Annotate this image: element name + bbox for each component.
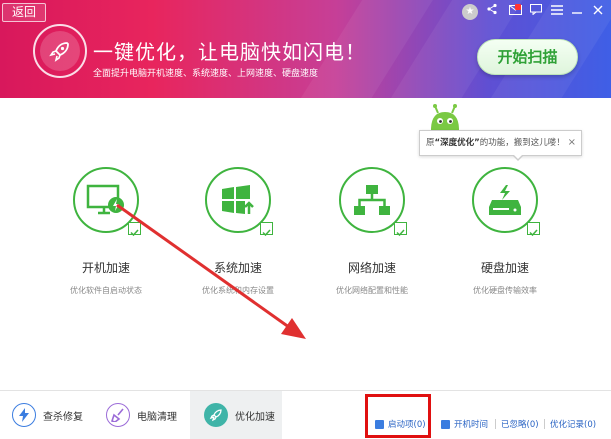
tile-title: 网络加速 [347, 261, 396, 275]
share-icon[interactable] [483, 2, 501, 20]
tooltip-text: 的功能，搬到这儿喽！ [479, 138, 565, 148]
tile-title: 开机加速 [81, 261, 130, 275]
link-optimize-history[interactable]: 优化记录(0) [550, 418, 596, 430]
tab-optimize[interactable]: 优化加速 [190, 391, 282, 439]
tile-description: 优化系统和内存设置 [202, 286, 274, 295]
tile-boot-speedup[interactable]: 开机加速 优化软件自启动状态 [46, 167, 166, 296]
tile-icon-circle [339, 167, 407, 237]
tooltip-highlight: “深度优化” [434, 138, 480, 148]
annotation-highlight-box [365, 394, 431, 438]
link-label: 已忽略(0) [501, 420, 539, 430]
bottom-bar: 查杀修复 电脑清理 优化加速 [0, 390, 611, 439]
tooltip-arrow [512, 154, 524, 161]
header-banner: 返回 一键优化，让电脑快如闪电！ 全面提升电脑开机速度、系统速度、上网速度、硬盘… [0, 0, 611, 98]
back-button[interactable]: 返回 [2, 3, 46, 22]
minimize-icon[interactable] [568, 2, 586, 20]
clock-icon [441, 419, 450, 429]
notification-dot [515, 4, 521, 10]
tab-label: 优化加速 [235, 411, 275, 423]
page-subtitle: 全面提升电脑开机速度、系统速度、上网速度、硬盘速度 [93, 69, 319, 79]
menu-icon[interactable] [548, 2, 566, 20]
tile-disk-speedup[interactable]: 硬盘加速 优化硬盘传输效率 [445, 167, 565, 296]
tile-icon-circle [205, 167, 273, 237]
divider [544, 419, 545, 429]
tab-label: 查杀修复 [43, 411, 83, 423]
divider [495, 419, 496, 429]
link-label: 优化记录(0) [550, 420, 597, 430]
close-icon[interactable] [589, 2, 607, 20]
lightning-shield-icon [12, 403, 36, 427]
tile-icon-circle [73, 167, 141, 237]
tab-scan-repair[interactable]: 查杀修复 [12, 391, 102, 439]
tile-description: 优化软件自启动状态 [70, 286, 142, 295]
start-scan-button[interactable]: 开始扫描 [477, 39, 578, 75]
feature-tooltip: 原“深度优化”的功能，搬到这儿喽！ × [419, 130, 582, 161]
skin-icon[interactable]: ★ [462, 4, 478, 20]
tab-cleanup[interactable]: 电脑清理 [106, 391, 190, 439]
feedback-icon[interactable] [527, 2, 545, 20]
tab-label: 电脑清理 [137, 411, 177, 423]
checkbox-icon[interactable] [128, 222, 141, 237]
windows-upgrade-icon [222, 185, 254, 214]
mascot-icon [431, 104, 459, 130]
harddisk-lightning-icon [489, 185, 521, 215]
tile-description: 优化硬盘传输效率 [473, 286, 537, 295]
page-title: 一键优化，让电脑快如闪电！ [93, 40, 366, 64]
link-boot-time[interactable]: 开机时间 [441, 418, 488, 430]
rocket-logo [33, 24, 87, 78]
tile-system-speedup[interactable]: 系统加速 优化系统和内存设置 [178, 167, 298, 296]
link-ignored[interactable]: 已忽略(0) [501, 418, 539, 430]
tile-icon-circle [472, 167, 540, 237]
network-topology-icon [354, 185, 390, 215]
tile-description: 优化网络配置和性能 [336, 286, 408, 295]
rocket-icon [49, 42, 69, 62]
checkbox-icon[interactable] [260, 222, 273, 237]
tooltip-close-button[interactable]: × [568, 131, 576, 155]
tile-title: 系统加速 [213, 261, 262, 275]
tooltip-prefix: 原 [426, 138, 435, 148]
broom-icon [106, 403, 130, 427]
link-label: 开机时间 [454, 420, 489, 430]
monitor-lightning-icon [86, 184, 124, 215]
tile-network-speedup[interactable]: 网络加速 优化网络配置和性能 [312, 167, 432, 296]
checkbox-icon[interactable] [394, 222, 407, 237]
checkbox-icon[interactable] [527, 222, 540, 237]
tile-title: 硬盘加速 [480, 261, 529, 275]
rocket-icon [204, 403, 228, 427]
